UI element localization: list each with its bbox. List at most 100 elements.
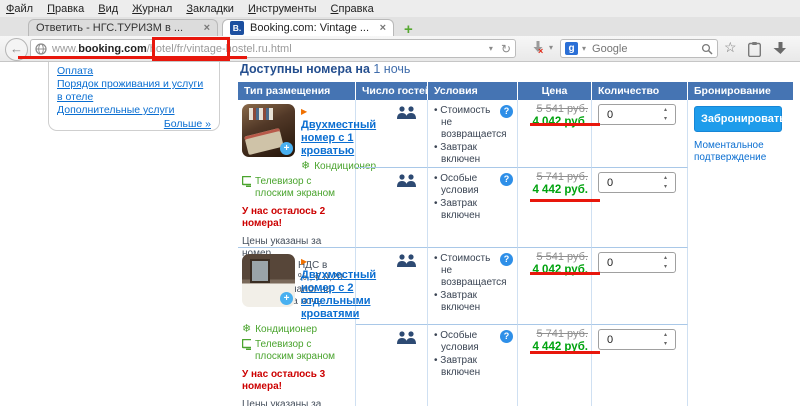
old-price: 5 741 руб.: [536, 171, 588, 183]
scarcity-warning: У нас осталось 3 номера!: [242, 369, 326, 392]
old-price: 5 541 руб.: [536, 251, 588, 263]
conditions-cell: Особые условия Завтрак включен ?: [428, 168, 518, 248]
reload-icon[interactable]: ↻: [501, 42, 511, 56]
spinner-up-icon[interactable]: ▴: [664, 174, 667, 183]
search-engine-dropdown-icon[interactable]: ▾: [582, 44, 586, 53]
tv-icon: [242, 176, 251, 187]
amenity-flatscreen-tv: Телевизор с плоским экраном: [242, 176, 351, 200]
amenity-air-conditioning: ❄ Кондиционер: [242, 324, 351, 336]
menu-tools[interactable]: Инструменты: [248, 3, 317, 15]
quantity-select[interactable]: 0 ▴ ▾: [598, 172, 676, 193]
room-photo[interactable]: +: [242, 254, 295, 307]
search-icon[interactable]: [701, 43, 713, 55]
two-guests-icon: [397, 174, 416, 187]
discounted-price: 4 442 руб.: [532, 184, 588, 196]
spinner-down-icon[interactable]: ▾: [664, 183, 667, 192]
sidebar-link-payment[interactable]: Оплата: [57, 65, 211, 78]
menu-view[interactable]: Вид: [98, 3, 118, 15]
condition-special: Особые условия: [434, 173, 499, 197]
close-tab-icon[interactable]: ×: [380, 22, 386, 34]
bookmarks-menu-icon[interactable]: [748, 42, 761, 57]
close-tab-icon[interactable]: ×: [204, 22, 210, 34]
page-title-bold: Доступны номера на: [240, 62, 374, 76]
spinner-down-icon[interactable]: ▾: [664, 340, 667, 349]
book-now-button[interactable]: Забронировать: [694, 106, 786, 132]
help-icon[interactable]: ?: [500, 330, 513, 343]
amenity-flatscreen-tv: Телевизор с плоским экраном: [242, 339, 351, 363]
price-cell: 5 741 руб. 4 442 руб.: [518, 168, 592, 248]
spinner-up-icon[interactable]: ▴: [664, 254, 667, 263]
quantity-cell: 0 ▴ ▾: [592, 248, 688, 325]
condition-breakfast: Завтрак включен: [434, 142, 499, 166]
room-cell-double-1-bed: + ▶ Двухместный номер с 1 кроватью ❄ Кон…: [238, 100, 376, 307]
instant-confirmation-label: Моментальное подтверждение: [694, 140, 767, 163]
quantity-value: 0: [607, 109, 614, 121]
url-subdomain: www.: [52, 42, 79, 55]
download-dropdown-icon[interactable]: ▾: [549, 43, 553, 52]
guests-cell: [356, 325, 428, 406]
downloads-icon[interactable]: [772, 42, 787, 56]
google-favicon-icon: g: [565, 42, 578, 55]
column-header-booking: Бронирование: [688, 82, 794, 100]
browser-chrome: Файл Правка Вид Журнал Закладки Инструме…: [0, 0, 800, 62]
tab-booking[interactable]: B. Booking.com: Vintage ... ×: [222, 19, 394, 36]
photo-zoom-icon[interactable]: +: [280, 292, 293, 305]
download-status-button[interactable]: × ▾: [530, 39, 553, 56]
url-dropdown-icon[interactable]: ▾: [489, 44, 493, 53]
sidebar-link-more[interactable]: Больше »: [164, 118, 211, 130]
guests-cell: [356, 100, 428, 168]
bookmark-star-icon[interactable]: ☆: [724, 39, 737, 56]
sidebar-link-house-rules[interactable]: Порядок проживания и услуги в отеле: [57, 78, 211, 104]
globe-icon: [35, 42, 47, 55]
price-cell: 5 541 руб. 4 042 руб.: [518, 248, 592, 325]
amenity-label: Телевизор с плоским экраном: [254, 339, 336, 362]
condition-special: Особые условия: [434, 330, 499, 354]
menu-bookmarks[interactable]: Закладки: [186, 3, 234, 15]
annotation-price-underline: [530, 123, 600, 126]
two-guests-icon: [397, 254, 416, 267]
menu-help[interactable]: Справка: [331, 3, 374, 15]
page-title: Доступны номера на 1 ночь: [240, 62, 410, 76]
price-cell: 5 741 руб. 4 442 руб.: [518, 325, 592, 406]
sidebar-link-extra-services[interactable]: Дополнительные услуги: [57, 104, 211, 117]
menu-history[interactable]: Журнал: [132, 3, 172, 15]
spinner-up-icon[interactable]: ▴: [664, 331, 667, 340]
spinner-up-icon[interactable]: ▴: [664, 106, 667, 115]
photo-zoom-icon[interactable]: +: [280, 142, 293, 155]
column-header-guests-label: Число гостей: [362, 85, 432, 97]
quantity-cell: 0 ▴ ▾: [592, 168, 688, 248]
condition-breakfast: Завтрак включен: [434, 355, 499, 379]
room-photo[interactable]: +: [242, 104, 295, 157]
condition-breakfast: Завтрак включен: [434, 290, 499, 314]
search-bar[interactable]: g ▾: [560, 39, 718, 58]
quantity-select[interactable]: 0 ▴ ▾: [598, 252, 676, 273]
spinner-down-icon[interactable]: ▾: [664, 263, 667, 272]
conditions-cell: Стоимость не возвращается Завтрак включе…: [428, 100, 518, 168]
spinner-down-icon[interactable]: ▾: [664, 115, 667, 124]
quantity-value: 0: [607, 177, 614, 189]
conditions-cell: Особые условия Завтрак включен ?: [428, 325, 518, 406]
conditions-cell: Стоимость не возвращается Завтрак включе…: [428, 248, 518, 325]
condition-nonrefundable: Стоимость не возвращается: [434, 253, 506, 289]
quantity-select[interactable]: 0 ▴ ▾: [598, 329, 676, 350]
help-icon[interactable]: ?: [500, 105, 513, 118]
amenity-label: Телевизор с плоским экраном: [254, 176, 336, 199]
guests-cell: [356, 248, 428, 325]
quantity-select[interactable]: 0 ▴ ▾: [598, 104, 676, 125]
quantity-cell: 0 ▴ ▾: [592, 325, 688, 406]
column-header-guests[interactable]: Число гостей▼: [356, 82, 441, 100]
menu-bar: Файл Правка Вид Журнал Закладки Инструме…: [0, 0, 800, 17]
quantity-value: 0: [607, 334, 614, 346]
guests-cell: [356, 168, 428, 248]
menu-edit[interactable]: Правка: [47, 3, 84, 15]
booking-favicon-icon: B.: [230, 21, 244, 35]
help-icon[interactable]: ?: [500, 173, 513, 186]
tab-ngs-turizm[interactable]: Ответить - НГС.ТУРИЗМ в ... ×: [28, 19, 218, 36]
quantity-value: 0: [607, 257, 614, 269]
search-input[interactable]: [590, 41, 697, 56]
discounted-price: 4 042 руб.: [532, 264, 588, 276]
annotation-url-box: [152, 37, 230, 61]
help-icon[interactable]: ?: [500, 253, 513, 266]
menu-file[interactable]: Файл: [6, 3, 33, 15]
column-header-room-type: Тип размещения: [238, 82, 356, 100]
